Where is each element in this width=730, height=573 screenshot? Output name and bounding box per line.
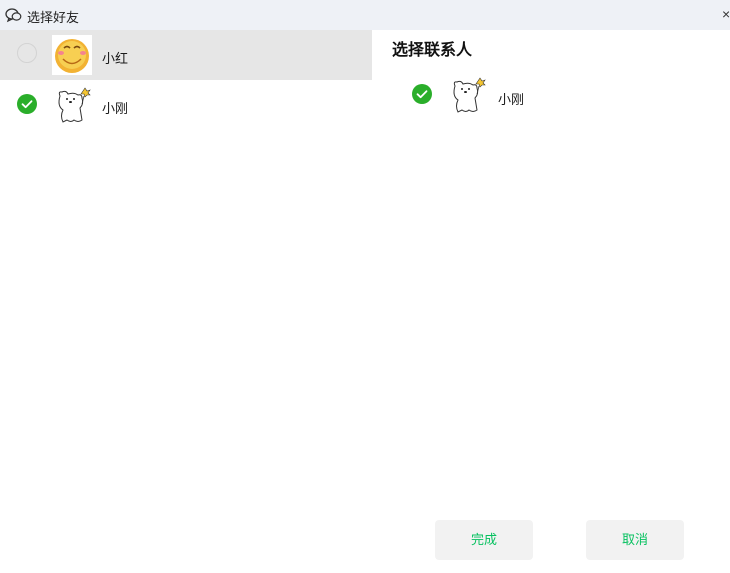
- contact-list: 小红 小刚: [0, 30, 372, 573]
- panel-title: 选择联系人: [392, 42, 473, 59]
- contact-name: 小刚: [102, 101, 129, 116]
- contact-name: 小红: [102, 51, 129, 66]
- chat-bubbles-icon: [5, 7, 22, 23]
- checkmark-circle-icon[interactable]: [412, 84, 432, 104]
- selected-panel: 选择联系人 小刚 完成 取消: [372, 30, 730, 573]
- checkmark-circle-icon[interactable]: [17, 94, 37, 114]
- done-button[interactable]: 完成: [435, 520, 533, 560]
- title-bar: 选择好友 ×: [0, 0, 730, 30]
- close-icon[interactable]: ×: [722, 6, 730, 22]
- contact-row-xiaohong[interactable]: 小红: [0, 30, 372, 80]
- white-bear-avatar: [447, 76, 487, 116]
- window-title: 选择好友: [27, 10, 80, 25]
- selected-contact-name: 小刚: [498, 92, 525, 107]
- white-bear-avatar: [52, 86, 92, 126]
- cancel-button[interactable]: 取消: [586, 520, 684, 560]
- selected-contact-xiaogang[interactable]: 小刚: [372, 74, 730, 118]
- radio-unchecked-icon[interactable]: [17, 43, 37, 63]
- contact-row-xiaogang[interactable]: 小刚: [0, 80, 372, 130]
- smiley-face-avatar: [52, 35, 92, 75]
